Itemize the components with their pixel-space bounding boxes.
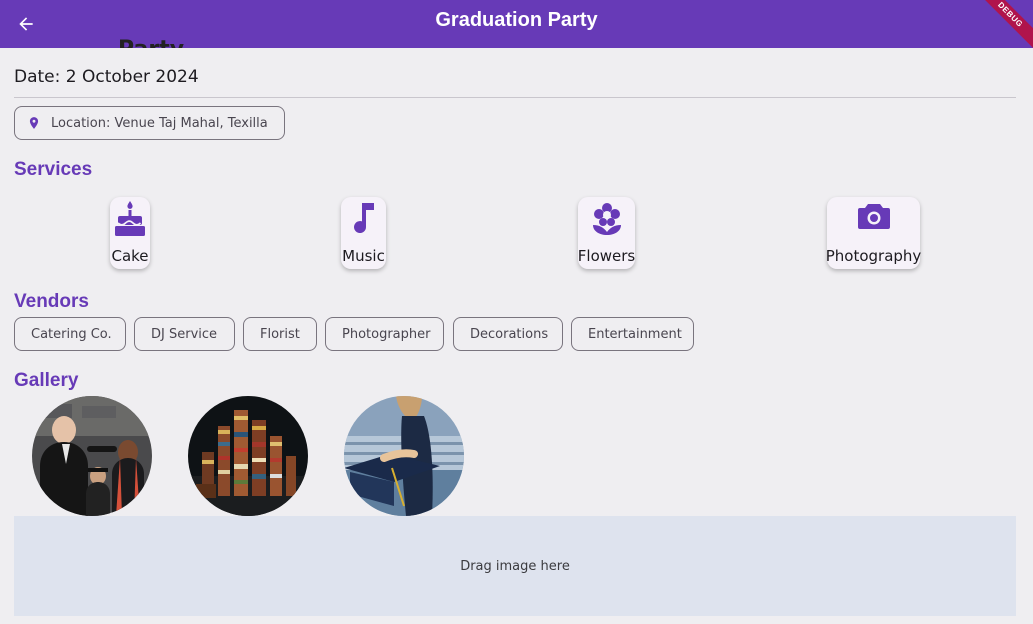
debug-banner: DEBUG bbox=[973, 0, 1033, 60]
vendor-chip-dj-service[interactable]: DJ Service bbox=[134, 317, 235, 351]
vendor-chip-catering[interactable]: Catering Co. bbox=[14, 317, 126, 351]
gallery-heading: Gallery bbox=[14, 370, 79, 391]
debug-banner-label: DEBUG bbox=[973, 0, 1033, 52]
event-title-clipped: Party bbox=[118, 30, 208, 48]
vendor-chip-florist[interactable]: Florist bbox=[243, 317, 317, 351]
event-date: Date: 2 October 2024 bbox=[14, 67, 199, 87]
cake-icon bbox=[115, 201, 145, 236]
service-label: Photography bbox=[825, 247, 922, 265]
music-note-icon bbox=[353, 203, 374, 234]
gallery-image-grad-cap[interactable] bbox=[344, 396, 464, 516]
service-flowers[interactable]: Flowers bbox=[578, 197, 635, 269]
camera-icon bbox=[857, 204, 890, 229]
service-cake[interactable]: Cake bbox=[110, 197, 150, 269]
location-pin-icon bbox=[29, 117, 39, 129]
drop-zone-label: Drag image here bbox=[460, 558, 570, 574]
event-title-text: Party bbox=[118, 37, 184, 48]
location-chip[interactable]: Location: Venue Taj Mahal, Texilla bbox=[14, 106, 285, 140]
services-heading: Services bbox=[14, 159, 93, 180]
vendor-chip-decorations[interactable]: Decorations bbox=[453, 317, 563, 351]
gallery-image-ceremony[interactable] bbox=[32, 396, 152, 516]
service-label: Cake bbox=[111, 247, 149, 265]
vendor-chip-entertainment[interactable]: Entertainment bbox=[571, 317, 694, 351]
image-drop-zone[interactable]: Drag image here bbox=[14, 516, 1016, 616]
service-label: Music bbox=[342, 247, 385, 265]
location-label: Location: Venue Taj Mahal, Texilla bbox=[51, 115, 268, 131]
vendors-heading: Vendors bbox=[14, 291, 89, 312]
service-music[interactable]: Music bbox=[341, 197, 386, 269]
service-label: Flowers bbox=[577, 247, 636, 265]
flower-icon bbox=[592, 203, 621, 235]
gallery-image-books[interactable] bbox=[188, 396, 308, 516]
vendor-chip-photographer[interactable]: Photographer bbox=[325, 317, 444, 351]
divider bbox=[14, 97, 1016, 98]
service-photography[interactable]: Photography bbox=[825, 197, 922, 269]
